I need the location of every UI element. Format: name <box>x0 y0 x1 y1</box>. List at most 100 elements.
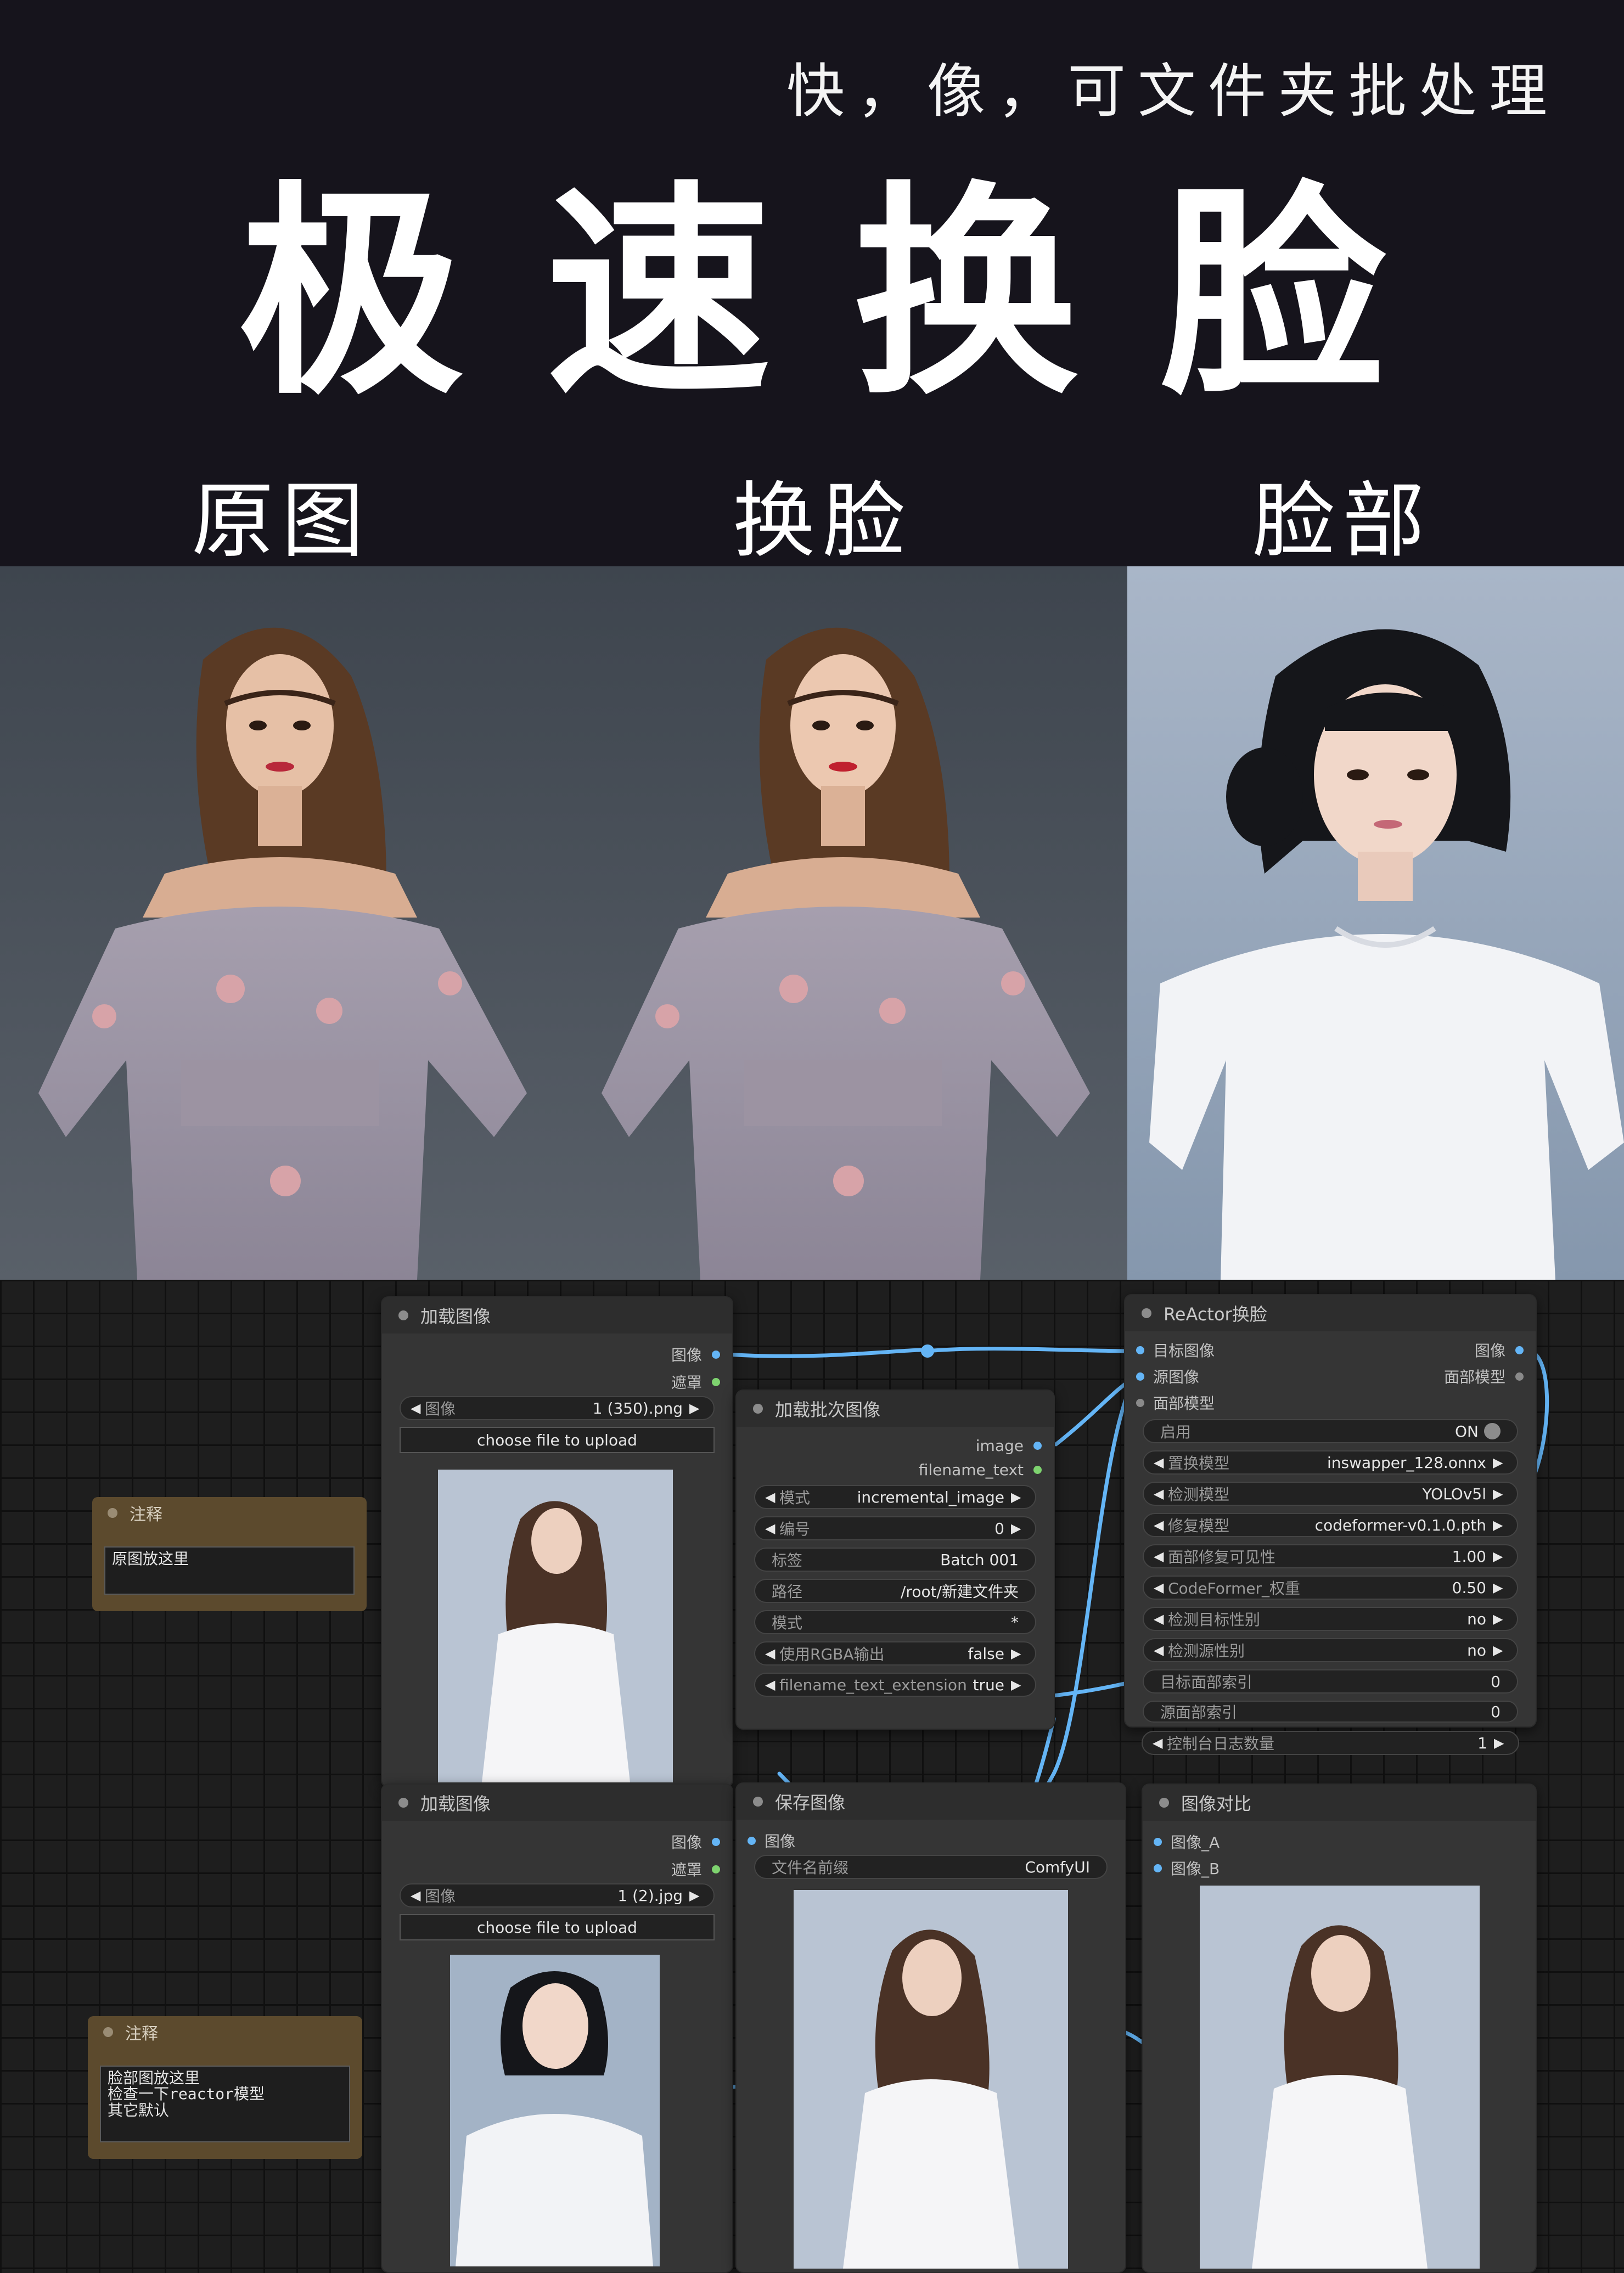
arrow-right-icon[interactable]: ▶ <box>689 1400 704 1416</box>
arrow-left-icon[interactable]: ◀ <box>765 1521 779 1536</box>
restore-visibility-widget[interactable]: ◀ 面部修复可见性 1.00 ▶ <box>1143 1544 1518 1568</box>
label-widget[interactable]: 标签 Batch 001 <box>754 1548 1036 1572</box>
header-banner: 快，像，可文件夹批处理 极速换脸 原图 换脸 脸部 <box>0 0 1624 565</box>
upload-button[interactable]: choose file to upload <box>400 1914 715 1940</box>
detect-target-gender-widget[interactable]: ◀ 检测目标性别 no ▶ <box>1143 1607 1518 1631</box>
input-image-b-slot[interactable]: 图像_B <box>1154 1857 1220 1879</box>
input-pin-icon[interactable] <box>1136 1346 1144 1354</box>
input-image-slot[interactable]: 图像 <box>748 1830 795 1852</box>
output-filename-slot[interactable]: filename_text <box>919 1461 1042 1479</box>
output-pin-icon[interactable] <box>1033 1466 1042 1474</box>
filename-extension-widget[interactable]: ◀ filename_text_extension true ▶ <box>754 1673 1036 1697</box>
input-pin-icon[interactable] <box>1136 1398 1144 1407</box>
toggle-knob-icon[interactable] <box>1484 1423 1501 1439</box>
arrow-right-icon[interactable]: ▶ <box>1493 1455 1507 1470</box>
output-image-slot[interactable]: image <box>976 1437 1042 1455</box>
input-image-a-slot[interactable]: 图像_A <box>1154 1831 1220 1853</box>
reactor-faceswap-node[interactable]: ReActor换脸 目标图像 源图像 面部模型 图像 面部模型 启用 ON ◀ 置换… <box>1124 1294 1537 1728</box>
output-image-slot[interactable]: 图像 <box>1475 1339 1524 1361</box>
main-title: 极速换脸 <box>238 162 1468 425</box>
pattern-widget[interactable]: 模式 * <box>754 1610 1036 1634</box>
image-select-widget[interactable]: ◀ 图像 1 (2).jpg ▶ <box>400 1883 715 1908</box>
input-target-slot[interactable]: 目标图像 <box>1136 1339 1215 1361</box>
output-pin-icon[interactable] <box>712 1377 720 1386</box>
restore-model-widget[interactable]: ◀ 修复模型 codeformer-v0.1.0.pth ▶ <box>1143 1513 1518 1537</box>
image-select-widget[interactable]: ◀ 图像 1 (350).png ▶ <box>400 1396 715 1420</box>
mode-widget[interactable]: ◀ 模式 incremental_image ▶ <box>754 1485 1036 1509</box>
arrow-right-icon[interactable]: ▶ <box>1493 1611 1507 1627</box>
arrow-left-icon[interactable]: ◀ <box>1153 1735 1167 1751</box>
collapse-dot-icon[interactable] <box>1159 1798 1169 1808</box>
upload-button[interactable]: choose file to upload <box>400 1427 715 1453</box>
arrow-left-icon[interactable]: ◀ <box>1154 1611 1168 1627</box>
arrow-left-icon[interactable]: ◀ <box>1154 1455 1168 1470</box>
input-pin-icon[interactable] <box>1136 1372 1144 1381</box>
path-widget[interactable]: 路径/root/新建文件夹 <box>754 1579 1036 1603</box>
rgba-widget[interactable]: ◀ 使用RGBA输出 false ▶ <box>754 1641 1036 1666</box>
output-mask-slot[interactable]: 遮罩 <box>671 1371 720 1393</box>
source-face-index-widget[interactable]: 源面部索引 0 <box>1143 1701 1518 1723</box>
arrow-right-icon[interactable]: ▶ <box>1493 1642 1507 1658</box>
input-pin-icon[interactable] <box>1154 1864 1162 1872</box>
index-widget[interactable]: ◀ 编号 0 ▶ <box>754 1516 1036 1540</box>
save-image-node[interactable]: 保存图像 图像 文件名前缀 ComfyUI <box>735 1782 1126 2273</box>
swap-model-widget[interactable]: ◀ 置换模型 inswapper_128.onnx ▶ <box>1143 1450 1518 1475</box>
arrow-left-icon[interactable]: ◀ <box>1154 1642 1168 1658</box>
output-pin-icon[interactable] <box>1033 1442 1042 1450</box>
collapse-dot-icon[interactable] <box>398 1310 408 1320</box>
arrow-left-icon[interactable]: ◀ <box>765 1646 779 1661</box>
image-compare-node[interactable]: 图像对比 图像_A 图像_B <box>1142 1783 1537 2273</box>
arrow-left-icon[interactable]: ◀ <box>1154 1517 1168 1533</box>
output-pin-icon[interactable] <box>1515 1372 1524 1381</box>
input-pin-icon[interactable] <box>1154 1837 1162 1846</box>
note-original[interactable]: 注释 原图放这里 <box>92 1497 367 1611</box>
collapse-dot-icon[interactable] <box>753 1404 763 1414</box>
output-pin-icon[interactable] <box>1515 1346 1524 1354</box>
load-batch-node[interactable]: 加载批次图像 image filename_text ◀ 模式 incrementa… <box>735 1389 1055 1730</box>
arrow-right-icon[interactable]: ▶ <box>1493 1486 1507 1501</box>
arrow-left-icon[interactable]: ◀ <box>765 1489 779 1505</box>
note-face[interactable]: 注释 脸部图放这里 检查一下reactor模型 其它默认 <box>88 2016 362 2159</box>
arrow-left-icon[interactable]: ◀ <box>411 1888 425 1903</box>
arrow-right-icon[interactable]: ▶ <box>1011 1521 1025 1536</box>
detect-source-gender-widget[interactable]: ◀ 检测源性别 no ▶ <box>1143 1638 1518 1662</box>
output-image-slot[interactable]: 图像 <box>671 1831 720 1853</box>
load-image-node-face[interactable]: 加载图像 图像 遮罩 ◀ 图像 1 (2).jpg ▶ choose file to … <box>381 1783 733 2273</box>
collapse-dot-icon[interactable] <box>1142 1308 1151 1318</box>
output-image-slot[interactable]: 图像 <box>671 1343 720 1365</box>
output-mask-slot[interactable]: 遮罩 <box>671 1858 720 1880</box>
input-pin-icon[interactable] <box>748 1836 756 1845</box>
arrow-left-icon[interactable]: ◀ <box>411 1400 425 1416</box>
arrow-right-icon[interactable]: ▶ <box>1011 1646 1025 1661</box>
arrow-left-icon[interactable]: ◀ <box>1154 1486 1168 1501</box>
collapse-dot-icon[interactable] <box>753 1797 763 1807</box>
note-text[interactable]: 原图放这里 <box>104 1546 355 1595</box>
arrow-right-icon[interactable]: ▶ <box>689 1888 704 1903</box>
collapse-dot-icon[interactable] <box>398 1798 408 1808</box>
arrow-left-icon[interactable]: ◀ <box>1154 1580 1168 1595</box>
target-face-index-widget[interactable]: 目标面部索引 0 <box>1143 1669 1518 1694</box>
node-graph-canvas[interactable]: 注释 原图放这里 注释 脸部图放这里 检查一下reactor模型 其它默认 加载… <box>0 1280 1624 2273</box>
filename-prefix-widget[interactable]: 文件名前缀 ComfyUI <box>754 1855 1108 1879</box>
output-pin-icon[interactable] <box>712 1837 720 1846</box>
load-image-node-original[interactable]: 加载图像 图像 遮罩 ◀ 图像 1 (350).png ▶ choose file t… <box>381 1296 733 1788</box>
arrow-right-icon[interactable]: ▶ <box>1494 1735 1508 1751</box>
arrow-right-icon[interactable]: ▶ <box>1493 1517 1507 1533</box>
image-compare-preview[interactable] <box>1200 1886 1480 2269</box>
output-face-model-slot[interactable]: 面部模型 <box>1444 1365 1524 1387</box>
arrow-right-icon[interactable]: ▶ <box>1011 1677 1025 1692</box>
input-source-slot[interactable]: 源图像 <box>1136 1365 1199 1387</box>
arrow-left-icon[interactable]: ◀ <box>765 1677 779 1692</box>
arrow-right-icon[interactable]: ▶ <box>1493 1549 1507 1564</box>
output-pin-icon[interactable] <box>712 1350 720 1359</box>
codeformer-weight-widget[interactable]: ◀ CodeFormer_权重 0.50 ▶ <box>1143 1576 1518 1600</box>
arrow-left-icon[interactable]: ◀ <box>1154 1549 1168 1564</box>
arrow-right-icon[interactable]: ▶ <box>1011 1489 1025 1505</box>
detect-model-widget[interactable]: ◀ 检测模型 YOLOv5l ▶ <box>1143 1482 1518 1506</box>
note-text[interactable]: 脸部图放这里 检查一下reactor模型 其它默认 <box>100 2066 350 2142</box>
output-pin-icon[interactable] <box>712 1865 720 1873</box>
arrow-right-icon[interactable]: ▶ <box>1493 1580 1507 1595</box>
console-log-level-widget[interactable]: ◀ 控制台日志数量 1 ▶ <box>1142 1731 1519 1755</box>
input-face-model-slot[interactable]: 面部模型 <box>1136 1392 1215 1414</box>
enable-toggle[interactable]: 启用 ON <box>1143 1419 1518 1443</box>
